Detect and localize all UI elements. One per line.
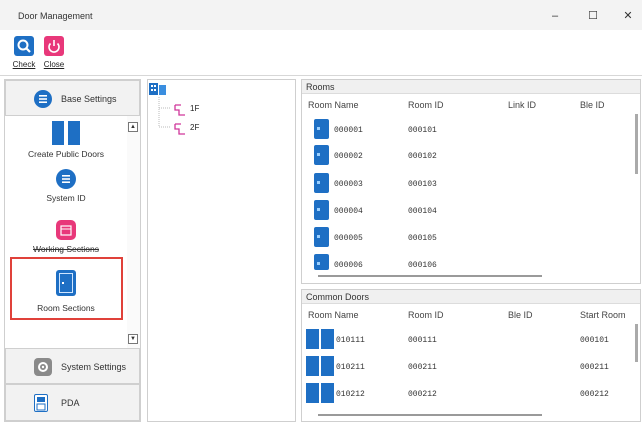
list-icon bbox=[34, 90, 52, 108]
floor-label: 2F bbox=[190, 123, 200, 132]
door-name-cell: 010212 bbox=[336, 390, 365, 399]
room-id-cell: 000106 bbox=[408, 261, 437, 270]
room-name-cell: 000006 bbox=[334, 261, 363, 270]
calendar-icon bbox=[56, 220, 76, 240]
column-header[interactable]: Room ID bbox=[408, 100, 444, 110]
window-title: Door Management bbox=[18, 11, 93, 21]
column-header[interactable]: Room Name bbox=[308, 310, 359, 320]
gear-icon bbox=[34, 358, 52, 376]
title-bar: Door Management – ☐ ✕ bbox=[0, 0, 642, 30]
working-sections-item[interactable]: Working Sections bbox=[5, 220, 127, 254]
maximize-button[interactable]: ☐ bbox=[578, 6, 608, 26]
system-settings-button[interactable]: System Settings bbox=[5, 348, 140, 384]
building-icon[interactable] bbox=[149, 82, 167, 96]
search-icon bbox=[14, 36, 34, 56]
tree-node-1f[interactable]: 1F bbox=[172, 104, 199, 118]
room-door-icon bbox=[314, 145, 329, 165]
floor-label: 1F bbox=[190, 104, 200, 113]
room-id-cell: 000101 bbox=[408, 126, 437, 135]
rooms-horizontal-scrollbar[interactable] bbox=[318, 275, 542, 277]
column-header[interactable]: Ble ID bbox=[580, 100, 605, 110]
column-header[interactable]: Start Room bbox=[580, 310, 626, 320]
check-button[interactable]: Check bbox=[9, 34, 39, 74]
room-name-cell: 000003 bbox=[334, 180, 363, 189]
door-id-cell: 000111 bbox=[408, 336, 437, 345]
floor-icon bbox=[174, 104, 185, 116]
double-door-icon bbox=[52, 121, 80, 145]
double-door-icon bbox=[306, 329, 334, 349]
working-sections-label: Working Sections bbox=[33, 244, 99, 254]
selection-highlight bbox=[10, 257, 123, 320]
system-settings-label: System Settings bbox=[61, 362, 127, 372]
column-header[interactable]: Ble ID bbox=[508, 310, 533, 320]
close-button[interactable]: Close bbox=[39, 34, 69, 74]
room-name-cell: 000001 bbox=[334, 126, 363, 135]
scroll-down-arrow-icon[interactable]: ▼ bbox=[128, 334, 138, 344]
rooms-group: Rooms Room Name Room ID Link ID Ble ID 0… bbox=[301, 79, 641, 284]
content-panel: Rooms Room Name Room ID Link ID Ble ID 0… bbox=[301, 79, 641, 422]
room-door-icon bbox=[314, 254, 329, 270]
door-name-cell: 010211 bbox=[336, 363, 365, 372]
base-settings-button[interactable]: Base Settings bbox=[5, 80, 140, 116]
minimize-button[interactable]: – bbox=[540, 6, 570, 26]
system-id-item[interactable]: System ID bbox=[5, 169, 127, 203]
start-room-cell: 000212 bbox=[580, 390, 609, 399]
door-name-cell: 010111 bbox=[336, 336, 365, 345]
create-public-doors-item[interactable]: Create Public Doors bbox=[5, 121, 127, 159]
double-door-icon bbox=[306, 383, 334, 403]
column-header[interactable]: Link ID bbox=[508, 100, 536, 110]
system-id-label: System ID bbox=[46, 193, 86, 203]
toolbar: Check Close bbox=[0, 30, 642, 76]
room-door-icon bbox=[314, 119, 329, 139]
double-door-icon bbox=[306, 356, 334, 376]
room-name-cell: 000005 bbox=[334, 234, 363, 243]
tree-node-2f[interactable]: 2F bbox=[172, 123, 199, 137]
close-label: Close bbox=[43, 60, 65, 69]
list-icon bbox=[56, 169, 76, 189]
door-id-cell: 000212 bbox=[408, 390, 437, 399]
scroll-up-arrow-icon[interactable]: ▲ bbox=[128, 122, 138, 132]
doors-horizontal-scrollbar[interactable] bbox=[318, 414, 542, 416]
close-window-button[interactable]: ✕ bbox=[613, 6, 642, 26]
base-settings-label: Base Settings bbox=[61, 94, 117, 104]
pda-label: PDA bbox=[61, 398, 80, 408]
rooms-title: Rooms bbox=[302, 80, 640, 94]
room-id-cell: 000102 bbox=[408, 152, 437, 161]
section-list-scrollbar[interactable]: ▲ ▼ bbox=[127, 116, 140, 348]
door-id-cell: 000211 bbox=[408, 363, 437, 372]
room-door-icon bbox=[314, 200, 329, 220]
power-icon bbox=[44, 36, 64, 56]
column-header[interactable]: Room Name bbox=[308, 100, 359, 110]
common-doors-title: Common Doors bbox=[302, 290, 640, 304]
floor-icon bbox=[174, 123, 185, 135]
start-room-cell: 000211 bbox=[580, 363, 609, 372]
room-id-cell: 000105 bbox=[408, 234, 437, 243]
room-id-cell: 000103 bbox=[408, 180, 437, 189]
start-room-cell: 000101 bbox=[580, 336, 609, 345]
pda-device-icon bbox=[34, 394, 48, 412]
room-name-cell: 000002 bbox=[334, 152, 363, 161]
room-name-cell: 000004 bbox=[334, 207, 363, 216]
create-public-doors-label: Create Public Doors bbox=[27, 149, 105, 159]
pda-button[interactable]: PDA bbox=[5, 384, 140, 421]
floor-tree-panel: 1F 2F bbox=[147, 79, 296, 422]
doors-vertical-scrollbar[interactable] bbox=[635, 324, 638, 362]
common-doors-group: Common Doors Room Name Room ID Ble ID St… bbox=[301, 289, 641, 422]
room-door-icon bbox=[314, 227, 329, 247]
room-id-cell: 000104 bbox=[408, 207, 437, 216]
column-header[interactable]: Room ID bbox=[408, 310, 444, 320]
room-door-icon bbox=[314, 173, 329, 193]
check-label: Check bbox=[12, 60, 36, 69]
left-nav-panel: Base Settings Create Public Doors System… bbox=[4, 79, 141, 422]
rooms-vertical-scrollbar[interactable] bbox=[635, 114, 638, 174]
